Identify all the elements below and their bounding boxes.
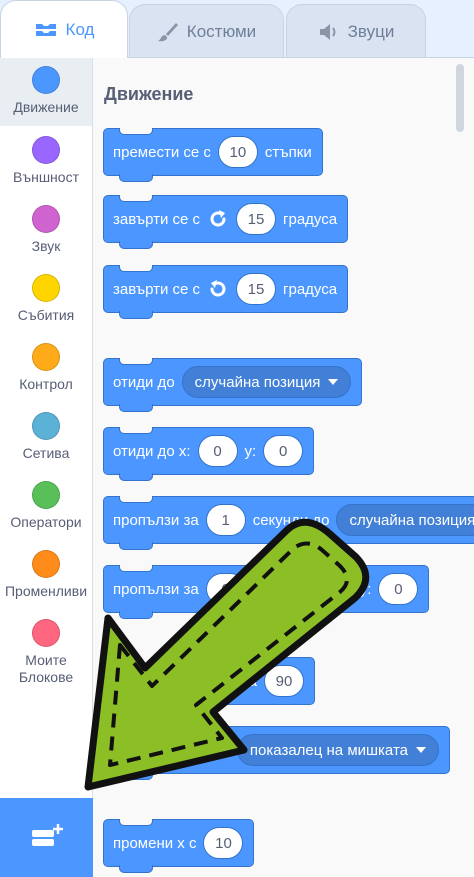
block-text: стъпки <box>264 143 312 161</box>
change-x-input[interactable]: 10 <box>203 827 244 859</box>
block-point-towards[interactable]: показалец на мишката <box>103 726 450 780</box>
towards-dropdown[interactable]: показалец на мишката <box>236 734 439 766</box>
glide-target-dropdown[interactable]: случайна позиция <box>336 504 474 536</box>
rotate-left-icon <box>207 278 229 300</box>
category-variables[interactable]: Променливи <box>0 542 92 610</box>
y-input[interactable]: 0 <box>378 573 419 605</box>
category-label: Външност <box>13 169 79 185</box>
block-move-steps[interactable]: премести се с 10 стъпки <box>103 128 323 182</box>
category-control[interactable]: Контрол <box>0 335 92 403</box>
category-my-blocks[interactable]: Моите Блокове <box>0 611 92 691</box>
block-text: отиди до x: <box>113 442 191 460</box>
dropdown-value: случайна позиция <box>349 511 474 529</box>
block-text: ка <box>241 672 257 690</box>
block-text: премести се с <box>113 143 211 161</box>
category-operators[interactable]: Оператори <box>0 473 92 541</box>
degrees-input[interactable]: 15 <box>236 273 277 305</box>
category-sound[interactable]: Звук <box>0 197 92 265</box>
category-dot <box>32 136 60 164</box>
category-dot <box>32 550 60 578</box>
degrees-input[interactable]: 15 <box>236 203 277 235</box>
block-text: y: <box>359 580 372 598</box>
category-looks[interactable]: Външност <box>0 128 92 196</box>
category-menu: Движение Външност Звук Събития Контрол С… <box>0 58 93 877</box>
caret-down-icon <box>416 747 426 753</box>
caret-down-icon <box>328 379 339 385</box>
editor-tabs: Код Костюми Звуци <box>0 0 474 58</box>
direction-input[interactable]: 90 <box>264 665 304 697</box>
section-title: Движение <box>104 84 194 104</box>
block-text: градуса <box>283 210 338 228</box>
block-turn-right[interactable]: завърти се с 15 градуса <box>103 195 349 249</box>
tab-costumes[interactable]: Костюми <box>129 4 284 58</box>
brush-icon <box>157 21 179 43</box>
add-extension-button[interactable] <box>0 798 93 877</box>
category-label: Оператори <box>10 514 82 530</box>
block-text: секунди до <box>252 511 330 529</box>
block-text: пропълзи за <box>113 580 199 598</box>
category-label: Контрол <box>19 376 73 392</box>
block-palette: Движение премести се с 10 стъпки завърти… <box>93 58 474 877</box>
category-events[interactable]: Събития <box>0 266 92 334</box>
block-text: отиди до <box>113 373 175 391</box>
tab-code[interactable]: Код <box>0 0 128 58</box>
y-input[interactable]: 0 <box>263 435 304 467</box>
category-label: Моите Блокове <box>18 652 74 685</box>
category-label: Събития <box>17 307 75 323</box>
seconds-input[interactable]: 1 <box>205 504 246 536</box>
rotate-right-icon <box>207 208 229 230</box>
code-panel: Движение Външност Звук Събития Контрол С… <box>0 57 474 877</box>
block-text: пропълзи за <box>113 511 199 529</box>
block-glide-xy[interactable]: пропълзи за 0 0 y: 0 <box>103 565 430 619</box>
block-change-x[interactable]: промени x с 10 <box>103 819 255 873</box>
tab-label: Звуци <box>347 21 395 41</box>
block-text: промени x с <box>113 834 197 852</box>
tab-label: Костюми <box>186 21 257 41</box>
dropdown-value: случайна позиция <box>194 373 321 391</box>
block-text: завърти се с <box>113 280 201 298</box>
category-dot <box>32 205 60 233</box>
tab-sounds[interactable]: Звуци <box>286 4 426 58</box>
dropdown-value: показалец на мишката <box>249 741 408 759</box>
speaker-icon <box>318 22 340 42</box>
category-dot <box>32 66 60 94</box>
code-icon <box>34 21 58 39</box>
goto-target-dropdown[interactable]: случайна позиция <box>181 366 352 398</box>
block-text: завърти се с <box>113 210 201 228</box>
add-extension-icon <box>30 822 64 855</box>
block-point-direction[interactable]: ка 90 <box>103 657 315 711</box>
category-label: Движение <box>13 99 79 115</box>
block-text: градуса <box>283 280 338 298</box>
category-label: Променливи <box>4 583 88 599</box>
block-goto-xy[interactable]: отиди до x: 0 y: 0 <box>103 427 315 481</box>
tab-label: Код <box>65 19 95 39</box>
category-dot <box>32 343 60 371</box>
category-dot <box>32 274 60 302</box>
x-input[interactable]: 0 <box>197 435 238 467</box>
x-input[interactable]: 0 <box>205 573 246 605</box>
steps-input[interactable]: 10 <box>217 136 258 168</box>
category-sensing[interactable]: Сетива <box>0 404 92 472</box>
category-dot <box>32 481 60 509</box>
block-text: y: <box>244 442 257 460</box>
category-dot <box>32 619 60 647</box>
scratch-editor: Код Костюми Звуци Движение Външност Звук… <box>0 0 474 877</box>
category-motion[interactable]: Движение <box>0 58 92 126</box>
x-input-2[interactable]: 0 <box>312 573 353 605</box>
category-dot <box>32 412 60 440</box>
block-goto[interactable]: отиди до случайна позиция <box>103 358 363 412</box>
block-glide[interactable]: пропълзи за 1 секунди до случайна позици… <box>103 496 474 550</box>
category-label: Звук <box>31 238 61 254</box>
category-label: Сетива <box>22 445 70 461</box>
palette-scrollbar[interactable] <box>456 64 464 132</box>
block-turn-left[interactable]: завърти се с 15 градуса <box>103 265 349 319</box>
